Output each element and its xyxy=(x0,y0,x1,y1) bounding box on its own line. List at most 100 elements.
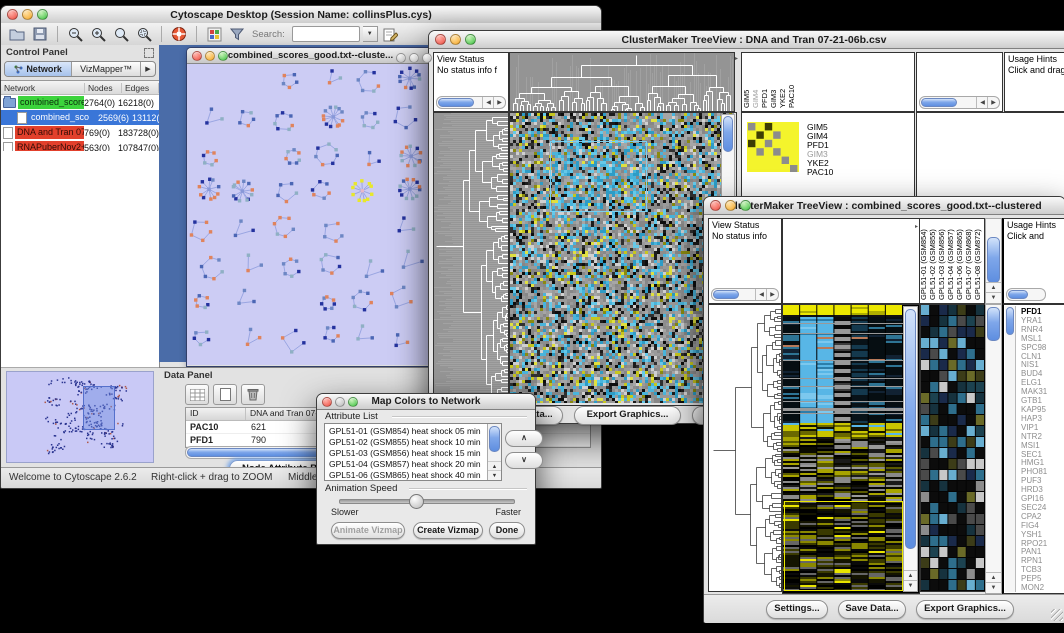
scrollbar-thumb[interactable] xyxy=(489,426,500,452)
minimize-icon[interactable] xyxy=(22,9,33,20)
scroll-right-icon[interactable]: ▶ xyxy=(987,97,999,108)
zoom-window-icon[interactable] xyxy=(422,53,432,63)
column-label[interactable]: GPL51-08 (GSM872) xyxy=(973,229,982,300)
trash-icon[interactable] xyxy=(241,384,265,405)
scrollbar-thumb[interactable] xyxy=(987,307,1000,341)
minimize-icon[interactable] xyxy=(205,51,215,61)
treeview1-title-bar[interactable]: ClusterMaker TreeView : DNA and Tran 07-… xyxy=(429,31,1064,49)
hscrollbar[interactable]: ◀▶ xyxy=(711,288,779,301)
gene-dendrogram[interactable] xyxy=(433,112,509,404)
gene-list-vscrollbar[interactable] xyxy=(1005,306,1016,592)
scrollbar-thumb[interactable] xyxy=(921,98,957,107)
scrollbar-thumb[interactable] xyxy=(723,116,733,152)
close-icon[interactable] xyxy=(396,53,406,63)
column-label[interactable]: GIM3 xyxy=(769,90,778,108)
zoom-in-icon[interactable] xyxy=(88,25,108,43)
done-button[interactable]: Done xyxy=(489,522,525,539)
zoom-window-icon[interactable] xyxy=(37,9,48,20)
move-up-button[interactable]: ∧ xyxy=(505,430,543,447)
help-ring-icon[interactable] xyxy=(169,25,189,43)
scrollbar-thumb[interactable] xyxy=(905,309,916,549)
scrollbar-thumb[interactable] xyxy=(438,98,474,107)
column-label[interactable]: GPL51-04 (GSM857) xyxy=(946,229,955,300)
open-folder-icon[interactable] xyxy=(7,25,27,43)
network-window-1[interactable]: combined_scores_good.txt--cluste... xyxy=(186,47,435,367)
tab-network[interactable]: Network xyxy=(5,62,72,76)
table-row[interactable]: DNA and Tran 07 769(0) 183728(0) xyxy=(1,125,159,140)
hscrollbar[interactable]: ◀▶ xyxy=(919,96,1000,109)
main-title-bar[interactable]: Cytoscape Desktop (Session Name: collins… xyxy=(1,6,601,24)
minimize-icon[interactable] xyxy=(450,34,461,45)
label-vscrollbar[interactable]: ▲ ▼ xyxy=(985,218,1002,304)
column-label[interactable]: YKE2 xyxy=(778,89,787,108)
hscrollbar[interactable] xyxy=(1006,288,1046,301)
network-overview-thumbnail[interactable] xyxy=(6,371,154,463)
settings-button[interactable]: Settings... xyxy=(766,600,828,619)
column-label[interactable]: GPL51-02 (GSM855) xyxy=(928,229,937,300)
create-vizmap-button[interactable]: Create Vizmap xyxy=(413,522,483,539)
column-label[interactable]: GPL51-06 (GSM865) xyxy=(955,229,964,300)
scroll-right-icon[interactable]: ▶ xyxy=(493,97,505,108)
column-label[interactable]: PFD1 xyxy=(760,89,769,108)
heatmap-canvas[interactable] xyxy=(510,113,734,403)
gene-label[interactable]: PAC10 xyxy=(807,168,833,177)
attribute-item[interactable]: GPL51-01 (GSM854) heat shock 05 min xyxy=(329,426,501,437)
column-label[interactable]: GPL51-01 (GSM854) xyxy=(920,229,928,300)
table-row-selected[interactable]: combined_sco 2569(6) 13112(15) xyxy=(1,110,159,125)
move-down-button[interactable]: ∨ xyxy=(505,452,543,469)
zoom-vscrollbar[interactable]: ▲ ▼ xyxy=(985,304,1002,594)
scroll-down-icon[interactable]: ▼ xyxy=(986,582,1001,593)
speed-slider-track[interactable] xyxy=(339,499,515,504)
zoom-heatmap-canvas[interactable] xyxy=(747,122,799,172)
scrollbar-thumb[interactable] xyxy=(987,237,1000,283)
new-attribute-icon[interactable] xyxy=(213,384,237,405)
attribute-item[interactable]: GPL51-06 (GSM865) heat shock 40 min xyxy=(329,470,501,481)
zoom-fit-icon[interactable] xyxy=(111,25,131,43)
column-dendrogram[interactable] xyxy=(509,52,735,112)
splitter-arrow-icon[interactable]: ▸ xyxy=(915,223,918,230)
save-icon[interactable] xyxy=(30,25,50,43)
zoom-selected-icon[interactable] xyxy=(134,25,154,43)
column-label[interactable]: GPL51-03 (GSM856) xyxy=(937,229,946,300)
splitter-arrow-icon[interactable]: ▸ xyxy=(735,55,738,62)
zoom-window-icon[interactable] xyxy=(465,34,476,45)
attribute-item[interactable]: GPL51-02 (GSM855) heat shock 10 min xyxy=(329,437,501,448)
zoom-window-icon[interactable] xyxy=(348,397,358,407)
close-icon[interactable] xyxy=(710,200,721,211)
zoom-window-icon[interactable] xyxy=(218,51,228,61)
search-dropdown-icon[interactable]: ▼ xyxy=(363,26,378,42)
network-canvas[interactable] xyxy=(187,64,432,365)
tab-vizmapper[interactable]: VizMapper™ xyxy=(72,62,141,76)
close-icon[interactable] xyxy=(192,51,202,61)
minimize-icon[interactable] xyxy=(409,53,419,63)
dialog-title-bar[interactable]: Map Colors to Network xyxy=(317,394,535,410)
zoom-window-icon[interactable] xyxy=(740,200,751,211)
gene-label[interactable]: MON2 xyxy=(1021,584,1047,593)
zoom-out-icon[interactable] xyxy=(65,25,85,43)
scroll-down-icon[interactable]: ▼ xyxy=(488,470,501,480)
attribute-table-icon[interactable] xyxy=(185,384,209,405)
scroll-down-icon[interactable]: ▼ xyxy=(986,292,1001,303)
scrollbar-thumb[interactable] xyxy=(713,290,739,299)
hscrollbar[interactable]: ◀▶ xyxy=(436,96,506,109)
minimize-icon[interactable] xyxy=(725,200,736,211)
scroll-right-icon[interactable]: ▶ xyxy=(766,289,778,300)
column-tree-panel[interactable]: ▸ xyxy=(782,218,920,304)
scrollbar-thumb[interactable] xyxy=(1006,307,1014,335)
tab-overflow-icon[interactable]: ▶ xyxy=(141,62,155,76)
zoom-heatmap-canvas[interactable] xyxy=(920,304,986,592)
column-label[interactable]: GIM5 xyxy=(742,90,751,108)
list-vscrollbar[interactable]: ▲ ▼ xyxy=(487,424,501,480)
export-graphics-button[interactable]: Export Graphics... xyxy=(574,406,681,425)
search-input[interactable] xyxy=(292,26,360,42)
minimize-icon[interactable] xyxy=(335,397,345,407)
heatmap-canvas[interactable] xyxy=(783,305,903,591)
attribute-item[interactable]: GPL51-03 (GSM856) heat shock 15 min xyxy=(329,448,501,459)
overview-viewport-rect[interactable] xyxy=(83,386,115,430)
close-icon[interactable] xyxy=(435,34,446,45)
column-label[interactable]: PAC10 xyxy=(787,85,796,108)
close-icon[interactable] xyxy=(322,397,332,407)
attribute-item[interactable]: GPL51-04 (GSM857) heat shock 20 min xyxy=(329,459,501,470)
vizmapper-icon[interactable] xyxy=(204,25,224,43)
table-row[interactable]: combined_scores 2764(0) 16218(0) xyxy=(1,95,159,110)
